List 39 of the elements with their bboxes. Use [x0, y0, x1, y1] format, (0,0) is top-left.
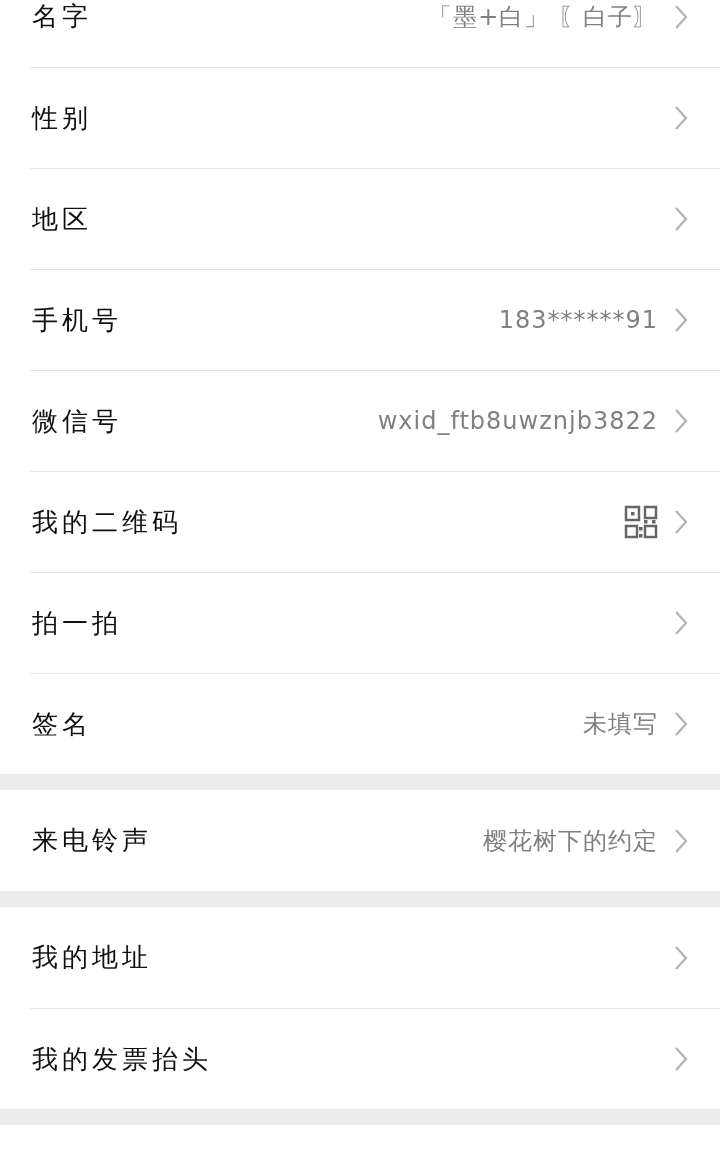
chevron-icon [674, 307, 688, 333]
row-value: 未填写 [583, 709, 658, 740]
settings-row[interactable]: 手机号 183******91 [30, 269, 720, 370]
settings-row[interactable]: 名字 「墨+白」 〖白子〗 [0, 0, 720, 67]
chevron-icon [674, 3, 688, 30]
chevron-icon [674, 105, 688, 131]
row-value: wxid_ftb8uwznjb3822 [377, 406, 658, 437]
settings-row[interactable]: 地区 [30, 168, 720, 269]
row-label: 地区 [32, 202, 92, 236]
row-label: 拍一拍 [32, 606, 122, 640]
qr-code-icon [624, 505, 658, 539]
row-value: 183******91 [498, 305, 658, 336]
settings-row[interactable]: 我的二维码 [30, 471, 720, 572]
settings-row[interactable]: 来电铃声 樱花树下的约定 [0, 790, 720, 891]
chevron-icon [674, 509, 688, 535]
row-value: 「墨+白」 〖白子〗 [428, 1, 658, 33]
row-label: 我的二维码 [32, 505, 182, 539]
row-label: 我的发票抬头 [32, 1042, 212, 1076]
chevron-icon [674, 408, 688, 434]
settings-row[interactable]: 微信号 wxid_ftb8uwznjb3822 [30, 370, 720, 471]
row-label: 手机号 [32, 303, 122, 337]
settings-row[interactable]: 我的发票抬头 [30, 1008, 720, 1109]
chevron-icon [674, 1046, 688, 1072]
chevron-icon [674, 206, 688, 232]
row-label: 名字 [32, 0, 92, 33]
row-label: 签名 [32, 707, 92, 741]
settings-row[interactable]: 我的地址 [0, 907, 720, 1008]
settings-row[interactable]: 签名 未填写 [30, 673, 720, 774]
row-value: 樱花树下的约定 [483, 825, 658, 857]
row-label: 性别 [32, 101, 92, 135]
chevron-icon [674, 610, 688, 636]
settings-row[interactable]: 性别 [30, 67, 720, 168]
chevron-icon [674, 711, 688, 737]
row-label: 我的地址 [32, 941, 152, 974]
chevron-icon [674, 827, 688, 854]
settings-row[interactable]: 拍一拍 [30, 572, 720, 673]
row-label: 来电铃声 [32, 824, 152, 857]
row-label: 微信号 [32, 404, 122, 438]
chevron-icon [674, 944, 688, 971]
